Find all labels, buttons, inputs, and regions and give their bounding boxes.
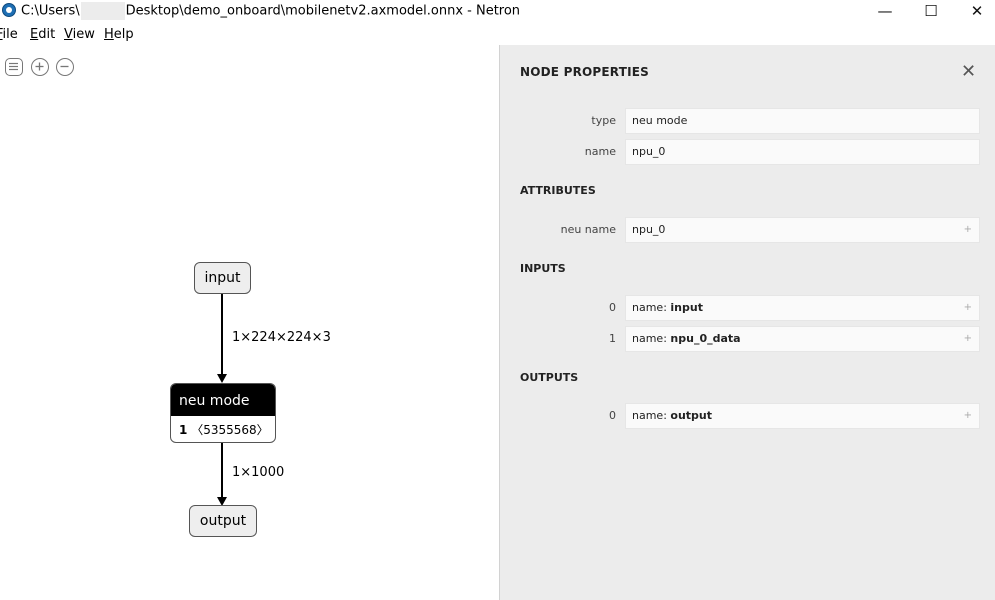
menu-file[interactable]: File [0,27,18,42]
input-value-1[interactable]: name: npu_0_data + [625,326,980,352]
window-title-suffix: Desktop\demo_onboard\mobilenetv2.axmodel… [125,3,521,19]
menu-help[interactable]: Help [104,27,134,42]
expand-icon[interactable]: + [964,327,972,351]
input-value-0-prefix: name: [632,301,671,314]
zoom-out-icon[interactable] [56,58,74,76]
graph-edge-output [221,443,223,498]
property-value-name[interactable]: npu_0 [625,139,980,165]
attributes-section-title: ATTRIBUTES [520,184,596,197]
inputs-section-title: INPUTS [520,262,566,275]
input-value-0[interactable]: name: input + [625,295,980,321]
expand-icon[interactable]: + [964,296,972,320]
property-label-name: name [584,145,616,158]
graph-arrow-input [217,374,227,383]
output-value-0-prefix: name: [632,409,671,422]
close-window-button[interactable]: ✕ [954,0,995,22]
panel-close-icon[interactable]: ✕ [961,63,976,81]
maximize-button[interactable]: ☐ [908,0,954,22]
zoom-in-icon[interactable] [31,58,49,76]
expand-icon[interactable]: + [964,404,972,428]
minimize-button[interactable]: — [862,0,908,22]
netron-app-icon [2,3,16,17]
graph-output-node[interactable]: output [189,505,257,537]
menu-view-rest: iew [72,27,95,42]
graph-output-node-label: output [199,513,247,529]
attribute-label-neu-name: neu name [560,223,616,236]
input-value-0-name: input [670,301,703,314]
attribute-value-neu-name[interactable]: npu_0 + [625,217,980,243]
property-label-type: type [591,114,616,127]
menu-help-rest: elp [113,27,134,42]
input-label-1: 1 [609,332,616,345]
input-label-0: 0 [609,301,616,314]
menu-view[interactable]: View [64,27,95,42]
graph-input-node[interactable]: input [194,262,251,294]
graph-edge-input-label: 1×224×224×3 [232,330,331,345]
property-value-type[interactable]: neu mode [625,108,980,134]
expand-icon[interactable]: + [964,218,972,242]
graph-op-node-index: 1 [179,423,188,437]
input-value-1-name: npu_0_data [670,332,741,345]
graph-op-node-detail: 1 〈5355568〉 [171,416,275,442]
output-value-0[interactable]: name: output + [625,403,980,429]
graph-op-node-size: 〈5355568〉 [191,423,269,437]
window-title-prefix: C:\Users\ [21,3,80,19]
graph-op-node-title: neu mode [171,384,275,416]
output-label-0: 0 [609,409,616,422]
attribute-value-neu-name-text: npu_0 [632,223,666,236]
menu-view-accelerator: V [64,27,73,42]
window-title: C:\Users\ Desktop\demo_onboard\mobilenetv… [21,2,520,20]
outputs-section-title: OUTPUTS [520,371,579,384]
node-properties-panel: NODE PROPERTIES ✕ type neu mode name npu… [499,45,995,600]
sidebar-menu-icon[interactable] [5,58,23,76]
output-value-0-name: output [670,409,713,422]
menu-edit-accelerator: E [30,27,39,42]
redacted-username [80,2,125,20]
property-value-type-text: neu mode [632,114,688,127]
menu-edit-rest: dit [38,27,56,42]
menu-help-accelerator: H [104,27,114,42]
graph-input-node-label: input [204,270,241,286]
title-bar: C:\Users\ Desktop\demo_onboard\mobilenetv… [0,0,995,22]
graph-edge-input [221,294,223,375]
panel-title: NODE PROPERTIES [520,65,649,79]
graph-edge-output-label: 1×1000 [232,465,285,480]
property-value-name-text: npu_0 [632,145,666,158]
graph-op-node[interactable]: neu mode 1 〈5355568〉 [170,383,276,443]
menu-edit[interactable]: Edit [30,27,55,42]
input-value-1-prefix: name: [632,332,671,345]
menu-file-rest: ile [2,27,18,42]
